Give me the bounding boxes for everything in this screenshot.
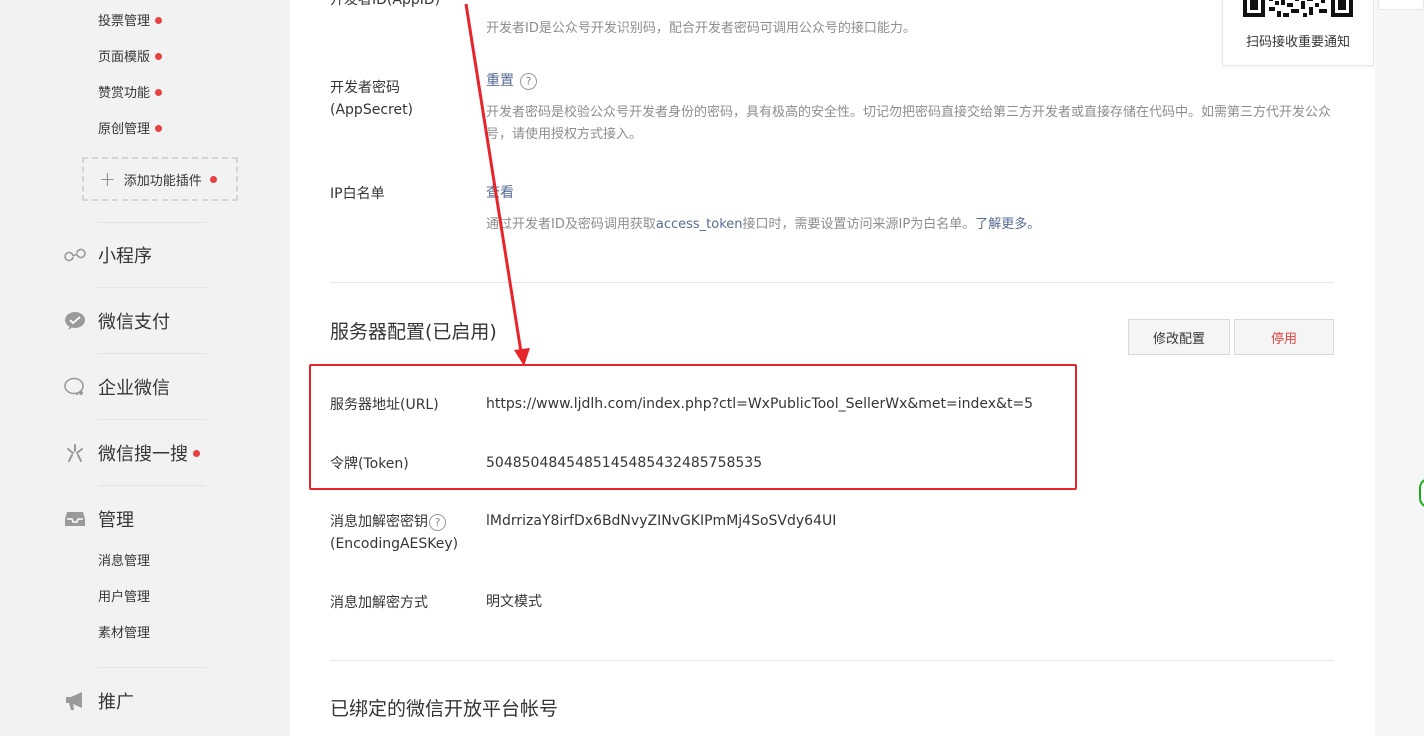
ip-desc-suffix: 接口时，需要设置访问来源IP为白名单。 [742, 217, 976, 232]
sidebar-item-original[interactable]: 原创管理 [98, 121, 163, 139]
new-dot-badge [155, 89, 163, 96]
menu-label: 管理 [98, 510, 134, 531]
main-panel: 开发者ID(AppID) 开发者ID是公众号开发识别码，配合开发者密码可调用公众… [290, 0, 1375, 736]
inbox-icon [62, 507, 88, 531]
add-plugin-label: 添加功能插件 [123, 173, 202, 189]
appid-description: 开发者ID是公众号开发识别码，配合开发者密码可调用公众号的接口能力。 [486, 21, 916, 36]
appsecret-sublabel: (AppSecret) [330, 102, 414, 118]
sidebar-item-label: 页面模版 [98, 50, 151, 65]
disable-config-button[interactable]: 停用 [1234, 319, 1334, 355]
server-url-label: 服务器地址(URL) [330, 397, 439, 413]
aes-key-label: 消息加解密密钥? [330, 511, 446, 533]
token-label: 令牌(Token) [330, 456, 409, 472]
qr-notification-card[interactable]: 扫码接收重要通知 [1222, 0, 1374, 66]
sidebar-divider [98, 353, 206, 354]
sidebar-item-label: 赞赏功能 [98, 86, 151, 101]
sidebar-divider [98, 222, 206, 223]
appsecret-reset-row: 重置? [486, 70, 537, 92]
ip-whitelist-label: IP白名单 [330, 186, 385, 202]
sidebar-item-promotion[interactable]: 推广 [62, 688, 134, 714]
megaphone-icon [62, 689, 88, 713]
edit-config-button[interactable]: 修改配置 [1128, 319, 1230, 355]
new-dot-badge [155, 17, 163, 24]
appsecret-description: 开发者密码是校验公众号开发者身份的密码，具有极高的安全性。切记勿把密码直接交给第… [486, 105, 1332, 142]
help-icon[interactable]: ? [520, 72, 537, 90]
new-dot-badge [155, 53, 163, 60]
appsecret-label: 开发者密码 [330, 80, 400, 96]
sidebar-item-users[interactable]: 用户管理 [98, 589, 150, 607]
sidebar: 投票管理 页面模版 赞赏功能 原创管理 + 添加功能插件 小程序 微信支付 企业… [0, 0, 290, 736]
server-config-title: 服务器配置(已启用) [330, 321, 497, 343]
view-whitelist-link[interactable]: 查看 [486, 182, 514, 204]
link-icon [62, 243, 88, 267]
menu-label: 小程序 [98, 246, 152, 267]
qr-notification-label: 扫码接收重要通知 [1245, 35, 1350, 50]
token-value: 5048504845485145485432485758535 [486, 455, 763, 471]
reset-secret-link[interactable]: 重置 [486, 73, 514, 89]
menu-label: 企业微信 [98, 378, 170, 399]
appid-label: 开发者ID(AppID) [330, 0, 441, 8]
sidebar-item-page-template[interactable]: 页面模版 [98, 49, 163, 67]
work-wechat-icon [62, 375, 88, 399]
sidebar-item-label: 投票管理 [98, 14, 151, 29]
section-divider [330, 660, 1334, 661]
right-gutter [1375, 0, 1424, 736]
menu-label: 微信搜一搜 [98, 444, 188, 465]
sidebar-item-vote[interactable]: 投票管理 [98, 13, 163, 31]
add-plugin-button[interactable]: + 添加功能插件 [82, 157, 238, 201]
sidebar-item-reward[interactable]: 赞赏功能 [98, 85, 163, 103]
section-divider [330, 282, 1334, 283]
encryption-mode-value: 明文模式 [486, 594, 542, 610]
top-bar-edge [1378, 0, 1424, 10]
sidebar-item-wechat-pay[interactable]: 微信支付 [62, 308, 170, 334]
bound-platform-title: 已绑定的微信开放平台帐号 [330, 698, 559, 720]
learn-more-link[interactable]: 了解更多。 [975, 217, 1040, 232]
encryption-mode-label: 消息加解密方式 [330, 595, 428, 611]
new-dot-badge [193, 449, 200, 457]
sidebar-item-search[interactable]: 微信搜一搜 [62, 440, 200, 466]
aes-key-sublabel: (EncodingAESKey) [330, 536, 459, 552]
wechat-pay-icon [62, 309, 88, 333]
aes-key-label-text: 消息加解密密钥 [330, 514, 428, 530]
sidebar-item-materials[interactable]: 素材管理 [98, 625, 150, 643]
menu-label: 推广 [98, 692, 134, 713]
sidebar-item-manage[interactable]: 管理 [62, 506, 134, 532]
ip-desc-prefix: 通过开发者ID及密码调用获取 [486, 217, 656, 232]
sidebar-divider [98, 485, 206, 486]
plus-icon: + [99, 167, 116, 191]
ip-whitelist-description: 通过开发者ID及密码调用获取access_token接口时，需要设置访问来源IP… [486, 214, 1346, 236]
sidebar-divider [98, 287, 206, 288]
help-icon[interactable]: ? [429, 513, 446, 531]
sidebar-item-miniprogram[interactable]: 小程序 [62, 242, 152, 268]
server-url-value: https://www.ljdlh.com/index.php?ctl=WxPu… [486, 396, 1034, 412]
sidebar-item-label: 原创管理 [98, 122, 151, 137]
new-dot-badge [209, 175, 217, 183]
access-token-link[interactable]: access_token [656, 217, 743, 232]
aes-key-value: lMdrrizaY8irfDx6BdNvyZINvGKIPmMj4SoSVdy6… [486, 513, 837, 529]
search-sparkle-icon [62, 441, 88, 465]
menu-label: 微信支付 [98, 312, 170, 333]
floating-tab-edge[interactable] [1419, 478, 1424, 508]
new-dot-badge [155, 125, 163, 132]
qr-code-icon [1242, 0, 1354, 21]
sidebar-divider [98, 419, 206, 420]
sidebar-item-messages[interactable]: 消息管理 [98, 553, 150, 571]
sidebar-item-work-wechat[interactable]: 企业微信 [62, 374, 170, 400]
sidebar-divider [98, 667, 206, 668]
